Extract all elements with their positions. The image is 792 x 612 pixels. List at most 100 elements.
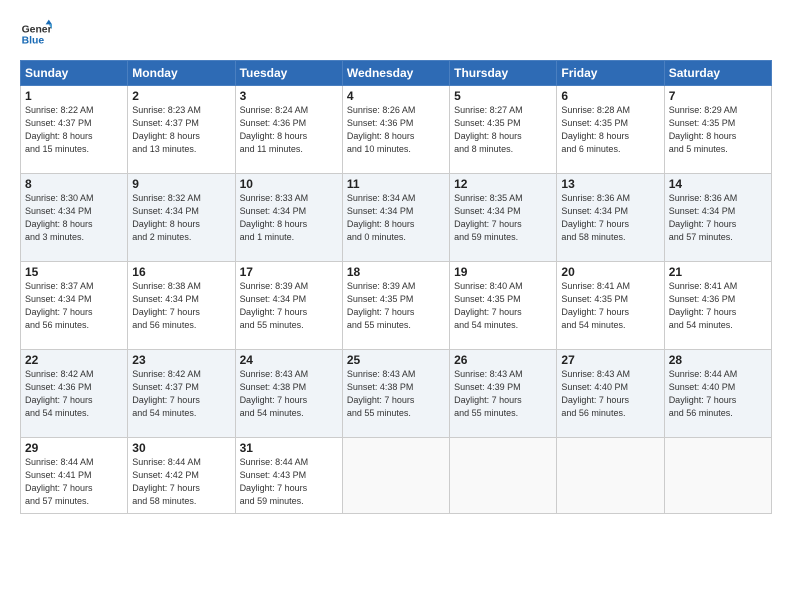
day-number: 20 (561, 265, 659, 279)
day-info: Sunrise: 8:41 AM Sunset: 4:36 PM Dayligh… (669, 280, 767, 332)
day-number: 10 (240, 177, 338, 191)
calendar-week-1: 1Sunrise: 8:22 AM Sunset: 4:37 PM Daylig… (21, 86, 772, 174)
day-number: 23 (132, 353, 230, 367)
day-number: 21 (669, 265, 767, 279)
day-info: Sunrise: 8:43 AM Sunset: 4:38 PM Dayligh… (347, 368, 445, 420)
calendar-cell: 24Sunrise: 8:43 AM Sunset: 4:38 PM Dayli… (235, 350, 342, 438)
calendar-cell: 9Sunrise: 8:32 AM Sunset: 4:34 PM Daylig… (128, 174, 235, 262)
calendar-cell: 27Sunrise: 8:43 AM Sunset: 4:40 PM Dayli… (557, 350, 664, 438)
calendar-cell: 29Sunrise: 8:44 AM Sunset: 4:41 PM Dayli… (21, 438, 128, 514)
day-info: Sunrise: 8:32 AM Sunset: 4:34 PM Dayligh… (132, 192, 230, 244)
day-header-monday: Monday (128, 61, 235, 86)
calendar-cell: 30Sunrise: 8:44 AM Sunset: 4:42 PM Dayli… (128, 438, 235, 514)
day-info: Sunrise: 8:36 AM Sunset: 4:34 PM Dayligh… (561, 192, 659, 244)
calendar-cell: 25Sunrise: 8:43 AM Sunset: 4:38 PM Dayli… (342, 350, 449, 438)
day-info: Sunrise: 8:43 AM Sunset: 4:38 PM Dayligh… (240, 368, 338, 420)
day-number: 4 (347, 89, 445, 103)
day-info: Sunrise: 8:29 AM Sunset: 4:35 PM Dayligh… (669, 104, 767, 156)
day-number: 18 (347, 265, 445, 279)
day-number: 29 (25, 441, 123, 455)
day-info: Sunrise: 8:22 AM Sunset: 4:37 PM Dayligh… (25, 104, 123, 156)
day-info: Sunrise: 8:34 AM Sunset: 4:34 PM Dayligh… (347, 192, 445, 244)
day-info: Sunrise: 8:37 AM Sunset: 4:34 PM Dayligh… (25, 280, 123, 332)
calendar-cell (450, 438, 557, 514)
calendar-cell: 5Sunrise: 8:27 AM Sunset: 4:35 PM Daylig… (450, 86, 557, 174)
calendar-week-3: 15Sunrise: 8:37 AM Sunset: 4:34 PM Dayli… (21, 262, 772, 350)
day-info: Sunrise: 8:38 AM Sunset: 4:34 PM Dayligh… (132, 280, 230, 332)
day-number: 22 (25, 353, 123, 367)
day-info: Sunrise: 8:23 AM Sunset: 4:37 PM Dayligh… (132, 104, 230, 156)
day-info: Sunrise: 8:44 AM Sunset: 4:41 PM Dayligh… (25, 456, 123, 508)
day-info: Sunrise: 8:41 AM Sunset: 4:35 PM Dayligh… (561, 280, 659, 332)
svg-text:Blue: Blue (22, 36, 45, 47)
calendar-cell: 6Sunrise: 8:28 AM Sunset: 4:35 PM Daylig… (557, 86, 664, 174)
day-number: 26 (454, 353, 552, 367)
calendar-cell: 11Sunrise: 8:34 AM Sunset: 4:34 PM Dayli… (342, 174, 449, 262)
day-number: 30 (132, 441, 230, 455)
day-info: Sunrise: 8:28 AM Sunset: 4:35 PM Dayligh… (561, 104, 659, 156)
day-number: 9 (132, 177, 230, 191)
day-number: 3 (240, 89, 338, 103)
calendar-week-2: 8Sunrise: 8:30 AM Sunset: 4:34 PM Daylig… (21, 174, 772, 262)
calendar-cell: 31Sunrise: 8:44 AM Sunset: 4:43 PM Dayli… (235, 438, 342, 514)
day-info: Sunrise: 8:43 AM Sunset: 4:40 PM Dayligh… (561, 368, 659, 420)
day-info: Sunrise: 8:39 AM Sunset: 4:35 PM Dayligh… (347, 280, 445, 332)
calendar-cell: 7Sunrise: 8:29 AM Sunset: 4:35 PM Daylig… (664, 86, 771, 174)
calendar-cell: 26Sunrise: 8:43 AM Sunset: 4:39 PM Dayli… (450, 350, 557, 438)
logo-icon: General Blue (20, 18, 52, 50)
calendar-cell: 14Sunrise: 8:36 AM Sunset: 4:34 PM Dayli… (664, 174, 771, 262)
day-info: Sunrise: 8:36 AM Sunset: 4:34 PM Dayligh… (669, 192, 767, 244)
calendar-cell: 1Sunrise: 8:22 AM Sunset: 4:37 PM Daylig… (21, 86, 128, 174)
calendar-cell: 3Sunrise: 8:24 AM Sunset: 4:36 PM Daylig… (235, 86, 342, 174)
day-info: Sunrise: 8:30 AM Sunset: 4:34 PM Dayligh… (25, 192, 123, 244)
day-info: Sunrise: 8:44 AM Sunset: 4:40 PM Dayligh… (669, 368, 767, 420)
calendar-cell: 8Sunrise: 8:30 AM Sunset: 4:34 PM Daylig… (21, 174, 128, 262)
day-number: 15 (25, 265, 123, 279)
day-header-tuesday: Tuesday (235, 61, 342, 86)
logo: General Blue (20, 18, 52, 50)
calendar-header-row: SundayMondayTuesdayWednesdayThursdayFrid… (21, 61, 772, 86)
day-number: 11 (347, 177, 445, 191)
calendar-cell (664, 438, 771, 514)
day-number: 28 (669, 353, 767, 367)
day-number: 17 (240, 265, 338, 279)
calendar-cell: 21Sunrise: 8:41 AM Sunset: 4:36 PM Dayli… (664, 262, 771, 350)
calendar-cell: 10Sunrise: 8:33 AM Sunset: 4:34 PM Dayli… (235, 174, 342, 262)
day-info: Sunrise: 8:40 AM Sunset: 4:35 PM Dayligh… (454, 280, 552, 332)
day-number: 2 (132, 89, 230, 103)
calendar-cell: 13Sunrise: 8:36 AM Sunset: 4:34 PM Dayli… (557, 174, 664, 262)
day-info: Sunrise: 8:39 AM Sunset: 4:34 PM Dayligh… (240, 280, 338, 332)
calendar-week-5: 29Sunrise: 8:44 AM Sunset: 4:41 PM Dayli… (21, 438, 772, 514)
calendar-cell: 16Sunrise: 8:38 AM Sunset: 4:34 PM Dayli… (128, 262, 235, 350)
calendar-cell (557, 438, 664, 514)
calendar-cell: 4Sunrise: 8:26 AM Sunset: 4:36 PM Daylig… (342, 86, 449, 174)
day-info: Sunrise: 8:26 AM Sunset: 4:36 PM Dayligh… (347, 104, 445, 156)
day-number: 12 (454, 177, 552, 191)
calendar-table: SundayMondayTuesdayWednesdayThursdayFrid… (20, 60, 772, 514)
calendar-cell: 12Sunrise: 8:35 AM Sunset: 4:34 PM Dayli… (450, 174, 557, 262)
calendar-cell: 2Sunrise: 8:23 AM Sunset: 4:37 PM Daylig… (128, 86, 235, 174)
day-number: 27 (561, 353, 659, 367)
day-info: Sunrise: 8:35 AM Sunset: 4:34 PM Dayligh… (454, 192, 552, 244)
day-header-sunday: Sunday (21, 61, 128, 86)
day-info: Sunrise: 8:42 AM Sunset: 4:37 PM Dayligh… (132, 368, 230, 420)
day-info: Sunrise: 8:24 AM Sunset: 4:36 PM Dayligh… (240, 104, 338, 156)
calendar-cell: 15Sunrise: 8:37 AM Sunset: 4:34 PM Dayli… (21, 262, 128, 350)
day-info: Sunrise: 8:44 AM Sunset: 4:43 PM Dayligh… (240, 456, 338, 508)
calendar-cell: 17Sunrise: 8:39 AM Sunset: 4:34 PM Dayli… (235, 262, 342, 350)
day-number: 24 (240, 353, 338, 367)
day-number: 25 (347, 353, 445, 367)
day-info: Sunrise: 8:33 AM Sunset: 4:34 PM Dayligh… (240, 192, 338, 244)
day-number: 13 (561, 177, 659, 191)
day-header-wednesday: Wednesday (342, 61, 449, 86)
calendar-cell: 28Sunrise: 8:44 AM Sunset: 4:40 PM Dayli… (664, 350, 771, 438)
day-number: 16 (132, 265, 230, 279)
day-number: 6 (561, 89, 659, 103)
day-number: 7 (669, 89, 767, 103)
svg-text:General: General (22, 24, 52, 35)
day-number: 19 (454, 265, 552, 279)
day-number: 8 (25, 177, 123, 191)
day-number: 5 (454, 89, 552, 103)
day-number: 14 (669, 177, 767, 191)
calendar-cell: 20Sunrise: 8:41 AM Sunset: 4:35 PM Dayli… (557, 262, 664, 350)
